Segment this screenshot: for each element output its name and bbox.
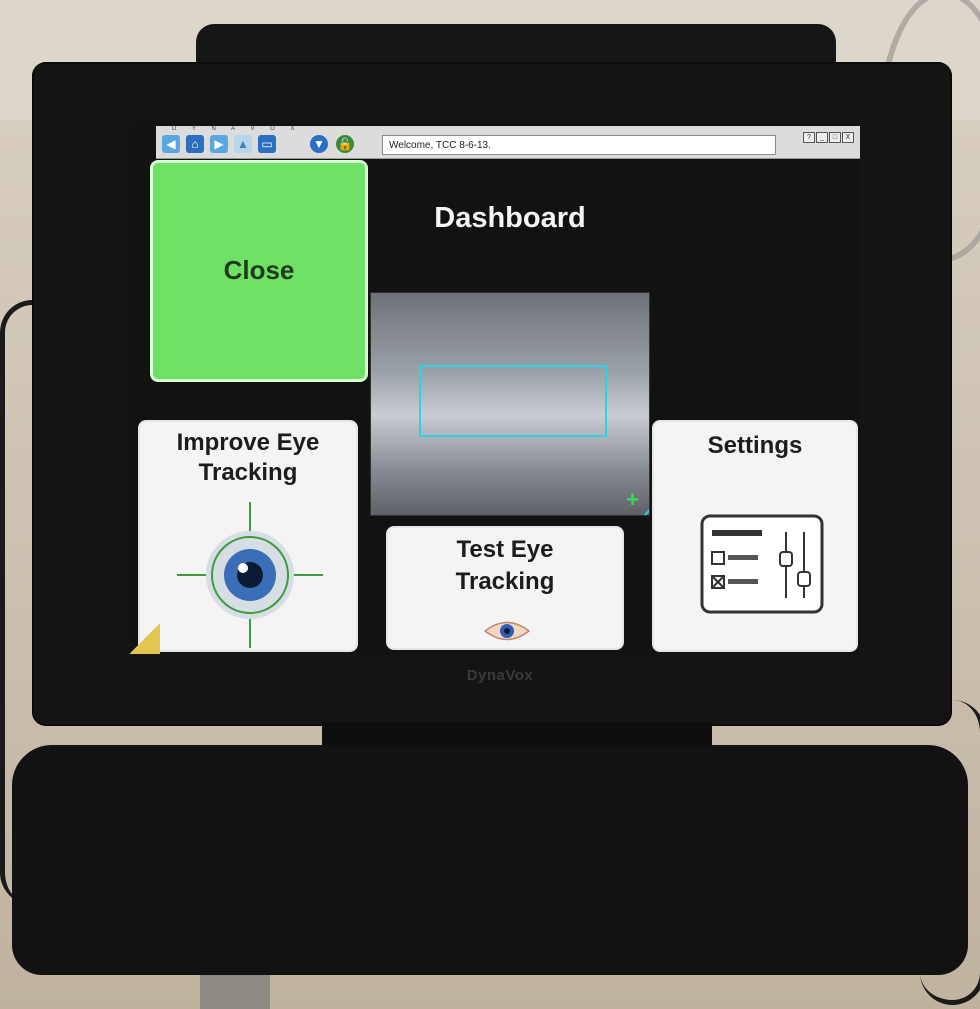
settings-sliders-icon [700,514,824,614]
forward-icon[interactable]: ▶ [210,135,228,153]
test-label-line2: Tracking [455,568,555,595]
minimize-button[interactable]: _ [816,132,828,143]
device-screen: D Y N A V O X ◀ ⌂ ▶ ▲ ▭ ▼ 🔓 Welcome, TCC… [130,122,860,654]
close-window-button[interactable]: X [842,132,854,143]
page-icon[interactable]: ▭ [258,135,276,153]
improve-label-line1: Improve Eye [176,429,320,456]
improve-eye-tracking-label: Improve Eye Tracking [140,428,356,488]
test-eye-tracking-button[interactable]: Test Eye Tracking [386,526,624,650]
improve-label-line2: Tracking [198,459,298,486]
close-button[interactable]: Close [150,160,368,382]
top-toolbar: D Y N A V O X ◀ ⌂ ▶ ▲ ▭ ▼ 🔓 Welcome, TCC… [156,126,860,159]
brand-logo: DynaVox [466,667,534,684]
help-button[interactable]: ? [803,132,815,143]
lock-icon[interactable]: 🔓 [336,135,354,153]
settings-button[interactable]: Settings [652,420,858,652]
improve-eye-tracking-button[interactable]: Improve Eye Tracking [138,420,358,652]
test-eye-tracking-label: Test Eye Tracking [388,534,622,598]
welcome-message-field[interactable]: Welcome, TCC 8-6-13. [382,135,776,155]
close-label: Close [223,255,295,285]
test-label-line1: Test Eye [456,536,554,563]
eye-tracker-camera-view: + [370,292,650,516]
up-icon[interactable]: ▲ [234,135,252,153]
maximize-button[interactable]: □ [829,132,841,143]
eye-target-icon [177,502,323,648]
window-controls: ? _ □ X [803,132,854,143]
focus-plus-icon: + [626,487,639,512]
back-icon[interactable]: ◀ [162,135,180,153]
speaker-bar [12,745,968,975]
toolbar-letters: D Y N A V O X [172,126,302,132]
eye-icon [483,621,531,641]
settings-label: Settings [707,432,803,459]
tracking-box [419,365,607,437]
corner-marker [130,622,160,654]
dropdown-icon[interactable]: ▼ [310,135,328,153]
page-title: Dashboard [434,202,586,234]
home-icon[interactable]: ⌂ [186,135,204,153]
